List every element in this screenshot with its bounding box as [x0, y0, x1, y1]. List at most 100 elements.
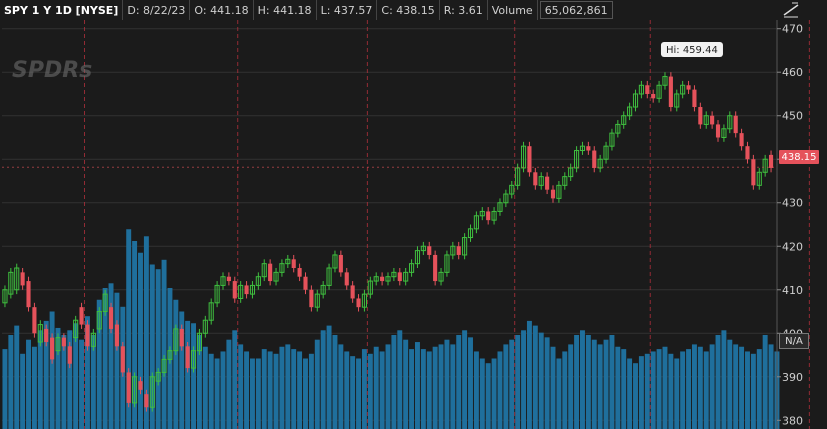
volume-bar	[662, 346, 668, 429]
volume-bar	[26, 339, 31, 429]
y-tick-label: 450	[782, 110, 803, 123]
candle-body	[79, 307, 84, 325]
volume-bar	[532, 325, 538, 429]
volume-label: Volume	[488, 0, 538, 20]
volume-bar	[202, 346, 208, 429]
candle-body	[244, 285, 249, 295]
volume-bar	[432, 346, 438, 429]
volume-bar	[691, 344, 697, 429]
candle-body	[456, 246, 461, 255]
candle-body	[545, 176, 550, 190]
candle-body	[427, 246, 432, 255]
volume-bar	[739, 346, 745, 429]
chart-header: SPY 1 Y 1D [NYSE] D: 8/22/23 O: 441.18 H…	[0, 0, 780, 20]
candle-body	[20, 272, 25, 286]
volume-bar	[703, 351, 709, 429]
volume-bar	[538, 332, 544, 429]
candle-body	[67, 346, 72, 364]
volume-bar	[138, 252, 143, 429]
candle-body	[309, 289, 314, 308]
volume-bar	[521, 330, 527, 429]
volume-bar	[473, 351, 479, 429]
volume-bar	[326, 325, 332, 429]
candle-body	[291, 259, 296, 269]
y-tick-label: 420	[782, 240, 803, 253]
volume-bar	[31, 346, 37, 429]
volume-bar	[597, 344, 603, 429]
candle-body	[751, 159, 756, 186]
volume-bar	[297, 351, 303, 429]
candle-body	[185, 346, 190, 369]
last-price-badge: 438.15	[779, 150, 819, 164]
price-chart[interactable]: SPDRs 380390400410420430440450460470 Hi:…	[0, 0, 827, 429]
candle-body	[297, 268, 302, 277]
volume-bar	[155, 269, 161, 429]
symbol-label[interactable]: SPY 1 Y 1D [NYSE]	[0, 0, 124, 20]
volume-bar	[379, 351, 385, 429]
candle-body	[433, 254, 438, 282]
volume-bar	[444, 339, 450, 429]
candle-body	[710, 115, 715, 125]
volume-bar	[285, 344, 291, 429]
volume-bar	[214, 358, 220, 429]
candle-body	[61, 337, 66, 347]
low-value: L: 437.57	[317, 0, 378, 20]
volume-bar	[568, 344, 574, 429]
volume-bar	[391, 335, 397, 429]
volume-bar	[544, 337, 550, 429]
volume-bar	[185, 320, 191, 429]
candle-body	[114, 324, 119, 347]
volume-bar	[650, 351, 656, 429]
candle-body	[26, 281, 31, 308]
volume-bar	[320, 330, 326, 429]
candle-body	[179, 328, 184, 347]
drawing-tools-icon[interactable]	[782, 2, 800, 18]
volume-bar	[267, 351, 273, 429]
volume-bar	[2, 349, 8, 429]
volume-bar	[727, 339, 733, 429]
volume-bar	[585, 335, 591, 429]
candle-body	[138, 381, 143, 390]
volume-bar	[627, 358, 633, 429]
date-value: D: 8/22/23	[123, 0, 191, 20]
hi-callout-text: Hi: 459.44	[666, 45, 718, 56]
volume-bar	[674, 358, 680, 429]
candle-body	[533, 172, 538, 186]
candle-body	[692, 89, 697, 108]
volume-bar	[249, 358, 255, 429]
volume-bar	[361, 349, 367, 429]
volume-bar	[668, 353, 674, 429]
volume-bar	[261, 349, 267, 429]
volume-bar	[238, 344, 244, 429]
volume-bar	[114, 292, 120, 429]
y-axis-ticks: 380390400410420430440450460470	[777, 23, 803, 427]
candle-body	[739, 133, 744, 147]
volume-bar	[468, 337, 473, 429]
volume-bar	[414, 342, 420, 429]
candle-body	[397, 272, 402, 282]
volume-bar	[745, 351, 750, 429]
volume-bar	[356, 358, 362, 429]
volume-bar	[485, 363, 491, 429]
y-tick-label: 470	[782, 23, 803, 36]
candle-body	[745, 146, 750, 160]
volume-bar	[338, 344, 344, 429]
volume-bar	[373, 346, 379, 429]
volume-bar	[603, 339, 609, 429]
y-tick-label: 430	[782, 197, 803, 210]
candle-body	[715, 124, 721, 138]
volume-bar	[633, 363, 638, 429]
volume-bar	[680, 351, 686, 429]
volume-bar	[255, 358, 261, 429]
volume-bar	[20, 353, 26, 429]
volume-bar	[291, 349, 297, 429]
volume-bar	[344, 351, 350, 429]
volume-bar	[403, 339, 409, 429]
candle-body	[698, 107, 703, 125]
volume-bar	[332, 335, 338, 429]
volume-bar	[509, 339, 515, 429]
volume-bar	[220, 351, 226, 429]
volume-bar	[556, 358, 562, 429]
volume-bar	[450, 344, 456, 429]
range-value: R: 3.61	[440, 0, 488, 20]
